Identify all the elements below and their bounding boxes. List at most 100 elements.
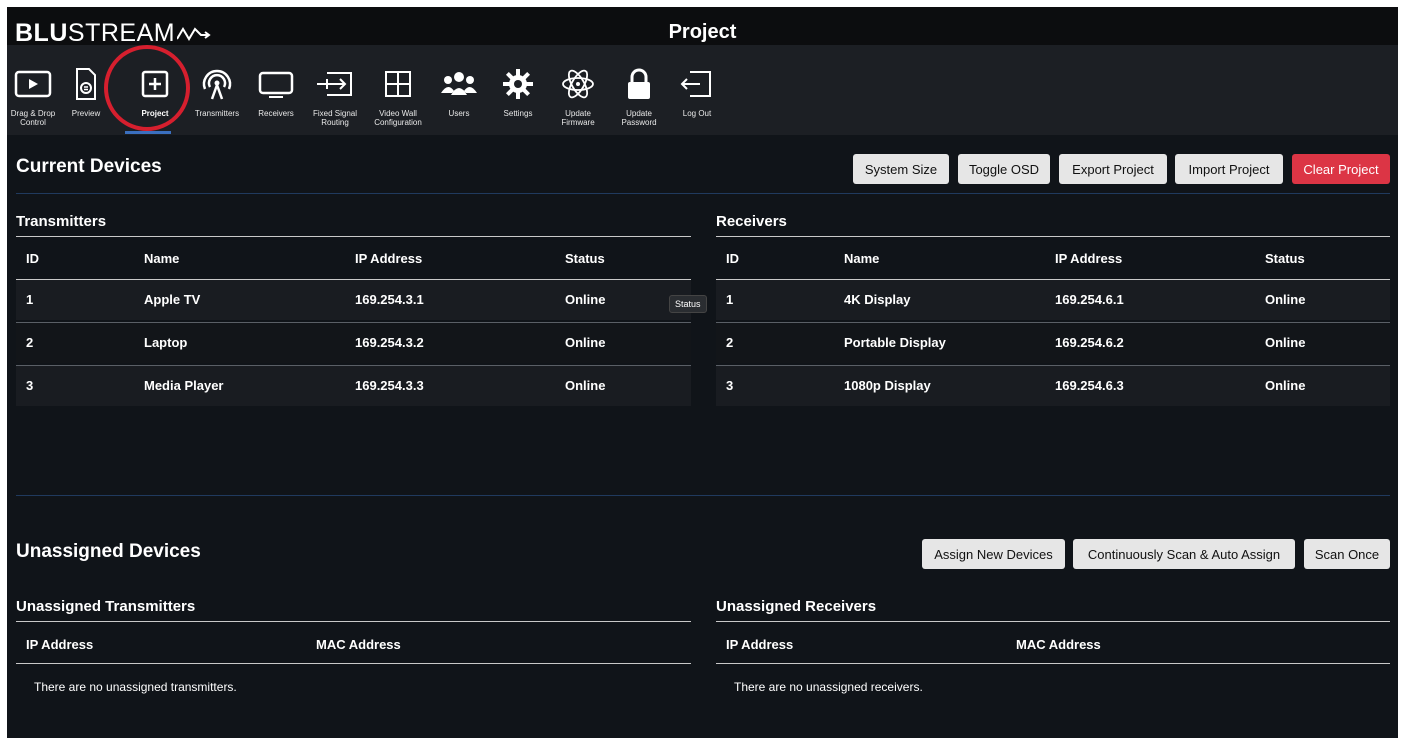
toolbar-label: Video Wall Configuration bbox=[374, 109, 422, 127]
table-rule bbox=[716, 621, 1390, 622]
tx-id-cell: 3 bbox=[26, 378, 34, 393]
toolbar-label: Transmitters bbox=[194, 109, 240, 118]
toolbar-item-settings[interactable]: Settings bbox=[493, 45, 543, 135]
toolbar-item-update-firmware[interactable]: Update Firmware bbox=[553, 45, 603, 135]
rx-ip-cell: 169.254.6.2 bbox=[1055, 335, 1124, 350]
urx-col-ip: IP Address bbox=[726, 637, 794, 652]
tx-name-cell: Apple TV bbox=[144, 292, 201, 307]
toolbar-item-video-wall-configuration[interactable]: Video Wall Configuration bbox=[367, 45, 429, 135]
rx-name-cell: 4K Display bbox=[844, 292, 911, 307]
display-icon bbox=[256, 67, 296, 101]
table-rule bbox=[16, 663, 691, 664]
tx-status-cell: Online bbox=[565, 335, 606, 350]
tx-col-id: ID bbox=[26, 251, 39, 266]
tx-col-status: Status bbox=[565, 251, 605, 266]
toolbar-item-update-password[interactable]: Update Password bbox=[613, 45, 665, 135]
rx-name-cell: Portable Display bbox=[844, 335, 946, 350]
header-bar: BLU STREAM Project bbox=[7, 7, 1398, 47]
broadcast-icon bbox=[197, 67, 237, 101]
toolbar-label: Receivers bbox=[258, 109, 294, 118]
toolbar-label: Update Password bbox=[621, 109, 657, 127]
urx-col-mac: MAC Address bbox=[1016, 637, 1101, 652]
table-rule bbox=[716, 663, 1390, 664]
play-screen-icon bbox=[13, 67, 53, 101]
tx-id-cell: 2 bbox=[26, 335, 34, 350]
continuously-scan-button[interactable]: Continuously Scan & Auto Assign bbox=[1073, 539, 1295, 569]
section-divider bbox=[16, 193, 1390, 194]
toolbar-item-project[interactable]: Project bbox=[127, 45, 183, 135]
toolbar-item-log-out[interactable]: Log Out bbox=[673, 45, 721, 135]
tx-col-ip: IP Address bbox=[355, 251, 423, 266]
grid-icon bbox=[378, 67, 418, 101]
document-search-icon bbox=[66, 67, 106, 101]
export-project-button[interactable]: Export Project bbox=[1059, 154, 1167, 184]
toolbar-label: Drag & Drop Control bbox=[10, 109, 56, 127]
table-row[interactable]: 2 Laptop 169.254.3.2 Online bbox=[16, 323, 691, 363]
plus-square-icon bbox=[135, 67, 175, 101]
table-rule bbox=[16, 621, 691, 622]
status-tooltip: Status bbox=[669, 295, 707, 313]
toolbar-item-preview[interactable]: Preview bbox=[61, 45, 111, 135]
rx-name-cell: 1080p Display bbox=[844, 378, 931, 393]
receivers-panel-title: Receivers bbox=[716, 213, 787, 230]
toolbar-label: Project bbox=[141, 109, 169, 118]
current-devices-title: Current Devices bbox=[16, 156, 162, 177]
rx-col-ip: IP Address bbox=[1055, 251, 1123, 266]
toggle-osd-button[interactable]: Toggle OSD bbox=[958, 154, 1050, 184]
rx-col-id: ID bbox=[726, 251, 739, 266]
table-row[interactable]: 3 1080p Display 169.254.6.3 Online bbox=[716, 366, 1390, 406]
toolbar-label: Users bbox=[448, 109, 470, 118]
clear-project-button[interactable]: Clear Project bbox=[1292, 154, 1390, 184]
toolbar-item-drag-drop-control[interactable]: Drag & Drop Control bbox=[7, 45, 59, 135]
table-rule bbox=[716, 236, 1390, 237]
gear-icon bbox=[498, 67, 538, 101]
active-tab-indicator bbox=[125, 131, 171, 134]
toolbar-item-users[interactable]: Users bbox=[435, 45, 483, 135]
rx-ip-cell: 169.254.6.3 bbox=[1055, 378, 1124, 393]
tx-col-name: Name bbox=[144, 251, 180, 266]
tx-status-cell: Online bbox=[565, 378, 606, 393]
tx-ip-cell: 169.254.3.2 bbox=[355, 335, 424, 350]
section-divider bbox=[16, 495, 1390, 496]
rx-col-name: Name bbox=[844, 251, 880, 266]
main-toolbar: Drag & Drop Control Preview Project Tran… bbox=[7, 45, 1398, 135]
unassigned-receivers-title: Unassigned Receivers bbox=[716, 598, 877, 615]
toolbar-label: Settings bbox=[503, 109, 533, 118]
tx-ip-cell: 169.254.3.3 bbox=[355, 378, 424, 393]
toolbar-item-fixed-signal-routing[interactable]: Fixed Signal Routing bbox=[307, 45, 363, 135]
app-window: BLU STREAM Project Drag & Drop Control Pr… bbox=[7, 7, 1398, 738]
rx-id-cell: 2 bbox=[726, 335, 734, 350]
rx-status-cell: Online bbox=[1265, 335, 1306, 350]
scan-once-button[interactable]: Scan Once bbox=[1304, 539, 1390, 569]
rx-status-cell: Online bbox=[1265, 378, 1306, 393]
utx-col-mac: MAC Address bbox=[316, 637, 401, 652]
utx-col-ip: IP Address bbox=[26, 637, 94, 652]
system-size-button[interactable]: System Size bbox=[853, 154, 949, 184]
routing-icon bbox=[315, 67, 355, 101]
tx-name-cell: Media Player bbox=[144, 378, 224, 393]
toolbar-label: Log Out bbox=[682, 109, 712, 118]
import-project-button[interactable]: Import Project bbox=[1175, 154, 1283, 184]
lock-icon bbox=[619, 67, 659, 101]
transmitters-panel-title: Transmitters bbox=[16, 213, 107, 230]
rx-id-cell: 3 bbox=[726, 378, 734, 393]
toolbar-item-transmitters[interactable]: Transmitters bbox=[189, 45, 245, 135]
rx-ip-cell: 169.254.6.1 bbox=[1055, 292, 1124, 307]
table-row[interactable]: 1 Apple TV 169.254.3.1 Online bbox=[16, 280, 691, 320]
tx-ip-cell: 169.254.3.1 bbox=[355, 292, 424, 307]
logout-icon bbox=[677, 67, 717, 101]
table-row[interactable]: 3 Media Player 169.254.3.3 Online bbox=[16, 366, 691, 406]
table-row[interactable]: 2 Portable Display 169.254.6.2 Online bbox=[716, 323, 1390, 363]
page-title: Project bbox=[668, 21, 737, 43]
rx-id-cell: 1 bbox=[726, 292, 734, 307]
toolbar-label: Fixed Signal Routing bbox=[312, 109, 358, 127]
assign-new-devices-button[interactable]: Assign New Devices bbox=[922, 539, 1065, 569]
rx-status-cell: Online bbox=[1265, 292, 1306, 307]
tx-id-cell: 1 bbox=[26, 292, 34, 307]
table-row[interactable]: 1 4K Display 169.254.6.1 Online bbox=[716, 280, 1390, 320]
table-rule bbox=[16, 236, 691, 237]
tx-status-cell: Online bbox=[565, 292, 606, 307]
toolbar-item-receivers[interactable]: Receivers bbox=[251, 45, 301, 135]
tx-name-cell: Laptop bbox=[144, 335, 188, 350]
unassigned-transmitters-empty: There are no unassigned transmitters. bbox=[34, 680, 237, 694]
